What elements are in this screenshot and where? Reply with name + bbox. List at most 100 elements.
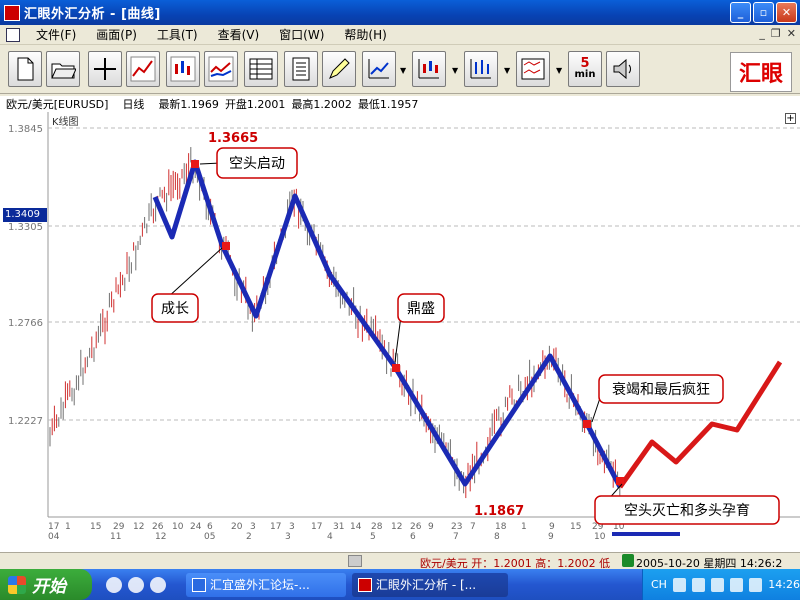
x-tick-day: 17 bbox=[270, 522, 281, 532]
maximize-button[interactable]: ▫ bbox=[753, 2, 774, 23]
turning-point-marker bbox=[616, 477, 624, 485]
crosshair-button[interactable] bbox=[88, 51, 122, 87]
task-forum[interactable]: 汇宜盛外汇论坛-... bbox=[186, 572, 346, 597]
y-tick-label: 1.3845 bbox=[8, 124, 43, 135]
x-tick-day: 17 bbox=[48, 522, 59, 532]
new-file-icon bbox=[17, 57, 34, 81]
x-tick-month: 6 bbox=[410, 532, 416, 542]
candle-chart-button[interactable] bbox=[166, 51, 200, 87]
x-tick-day: 28 bbox=[371, 522, 383, 532]
bar-dropdown-icon[interactable]: ▼ bbox=[504, 66, 510, 75]
status-icon bbox=[348, 555, 362, 567]
open-folder-icon bbox=[51, 63, 76, 79]
price-chart-svg[interactable]: 1.38451.33051.27661.222717 1 15 29 12 26 10 24 6… bbox=[0, 112, 800, 552]
annotation-text: 衰竭和最后疯狂 bbox=[612, 381, 710, 398]
clock: 14:26 bbox=[768, 578, 800, 591]
trendline-icon bbox=[368, 59, 389, 79]
quick-launch bbox=[106, 576, 166, 593]
x-tick-day: 15 bbox=[570, 522, 581, 532]
toolbar: ▼ ▼ ▼ ▼ 5 min bbox=[0, 46, 800, 94]
panel-label: K线图 bbox=[52, 117, 79, 128]
title-bar: 汇眼外汇分析 - [曲线] _ ▫ ✕ bbox=[0, 0, 800, 25]
network-icon[interactable] bbox=[730, 577, 744, 592]
x-tick-day: 31 bbox=[333, 522, 344, 532]
mdi-close-button[interactable]: ✕ bbox=[787, 27, 796, 40]
panel-expand-icon[interactable]: + bbox=[785, 113, 796, 124]
mdi-controls: _ ❐ ✕ bbox=[759, 27, 796, 40]
help-icon[interactable] bbox=[692, 577, 706, 592]
brand-logo: 汇眼 bbox=[730, 52, 792, 92]
kline-icon bbox=[418, 59, 439, 79]
mdi-restore-button[interactable]: ❐ bbox=[771, 27, 781, 40]
task-huiyan-label: 汇眼外汇分析 - [... bbox=[376, 578, 477, 592]
close-button[interactable]: ✕ bbox=[776, 2, 797, 23]
trend-button[interactable] bbox=[362, 51, 396, 87]
line-chart-button[interactable] bbox=[126, 51, 160, 87]
x-tick-day: 26 bbox=[152, 522, 164, 532]
menu-tools[interactable]: 工具(T) bbox=[147, 26, 208, 43]
x-tick-day: 12 bbox=[133, 522, 144, 532]
minimize-button[interactable]: _ bbox=[730, 2, 751, 23]
keyboard-icon[interactable] bbox=[672, 577, 687, 592]
table-button[interactable] bbox=[244, 51, 278, 87]
browser-icon[interactable] bbox=[150, 576, 166, 593]
bar-button[interactable] bbox=[464, 51, 498, 87]
x-tick-day: 3 bbox=[250, 522, 256, 532]
compare-icon bbox=[521, 58, 545, 80]
y-tick-label: 1.2227 bbox=[8, 416, 43, 427]
compare-button[interactable] bbox=[516, 51, 550, 87]
app-icon bbox=[4, 4, 20, 21]
sound-button[interactable] bbox=[606, 51, 640, 87]
menu-help[interactable]: 帮助(H) bbox=[334, 26, 396, 43]
x-tick-month: 11 bbox=[110, 532, 121, 542]
mdi-minimize-button[interactable]: _ bbox=[759, 27, 765, 40]
draw-button[interactable] bbox=[322, 51, 356, 87]
turning-point-marker bbox=[222, 242, 230, 250]
x-tick-day: 24 bbox=[190, 522, 202, 532]
start-button[interactable]: 开始 bbox=[0, 569, 92, 600]
menu-view[interactable]: 查看(V) bbox=[208, 26, 270, 43]
trough-price-label: 1.1867 bbox=[474, 504, 524, 519]
period-5min-button[interactable]: 5 min bbox=[568, 51, 602, 87]
five-min-number: 5 bbox=[580, 56, 590, 71]
x-tick-day: 1 bbox=[65, 522, 71, 532]
qq-icon[interactable] bbox=[128, 576, 144, 593]
menu-view-screen[interactable]: 画面(P) bbox=[86, 26, 147, 43]
ime-icon[interactable] bbox=[711, 577, 725, 592]
five-min-unit: min bbox=[574, 69, 596, 80]
x-tick-day: 1 bbox=[521, 522, 527, 532]
menu-bar: 文件(F) 画面(P) 工具(T) 查看(V) 窗口(W) 帮助(H) bbox=[0, 25, 800, 45]
open-button[interactable] bbox=[46, 51, 80, 87]
x-tick-day: 3 bbox=[289, 522, 295, 532]
chart-panel[interactable]: 1.3845 1.3305 1.2766 1.2227 17 1 15 29 12 26 10 24 6… bbox=[0, 112, 800, 552]
menu-file[interactable]: 文件(F) bbox=[26, 26, 86, 43]
x-tick-day: 15 bbox=[90, 522, 101, 532]
new-button[interactable] bbox=[8, 51, 42, 87]
trend-dropdown-icon[interactable]: ▼ bbox=[400, 66, 406, 75]
x-tick-month: 3 bbox=[285, 532, 291, 542]
annotation-text: 空头启动 bbox=[229, 156, 285, 172]
status-indicator-icon bbox=[622, 554, 634, 567]
x-tick-day: 6 bbox=[207, 522, 213, 532]
x-tick-day: 7 bbox=[470, 522, 476, 532]
kline-dropdown-icon[interactable]: ▼ bbox=[452, 66, 458, 75]
x-tick-day: 23 bbox=[451, 522, 462, 532]
input-lang[interactable]: CH bbox=[651, 578, 667, 591]
volume-icon[interactable] bbox=[749, 577, 763, 592]
x-tick-day: 18 bbox=[495, 522, 507, 532]
x-tick-day: 12 bbox=[391, 522, 402, 532]
pencil-icon bbox=[329, 58, 350, 79]
indicator-button[interactable] bbox=[204, 51, 238, 87]
notes-button[interactable] bbox=[284, 51, 318, 87]
task-huiyan[interactable]: 汇眼外汇分析 - [... bbox=[352, 572, 508, 597]
document-icon[interactable] bbox=[6, 27, 20, 42]
x-tick-month: 12 bbox=[155, 532, 166, 542]
ie-icon[interactable] bbox=[106, 576, 122, 593]
current-price-tag: 1.3409 bbox=[3, 208, 47, 222]
x-tick-day: 9 bbox=[428, 522, 434, 532]
annotation-text: 成长 bbox=[161, 301, 189, 317]
menu-window[interactable]: 窗口(W) bbox=[269, 26, 334, 43]
x-tick-month: 5 bbox=[370, 532, 376, 542]
kline-button[interactable] bbox=[412, 51, 446, 87]
compare-dropdown-icon[interactable]: ▼ bbox=[556, 66, 562, 75]
